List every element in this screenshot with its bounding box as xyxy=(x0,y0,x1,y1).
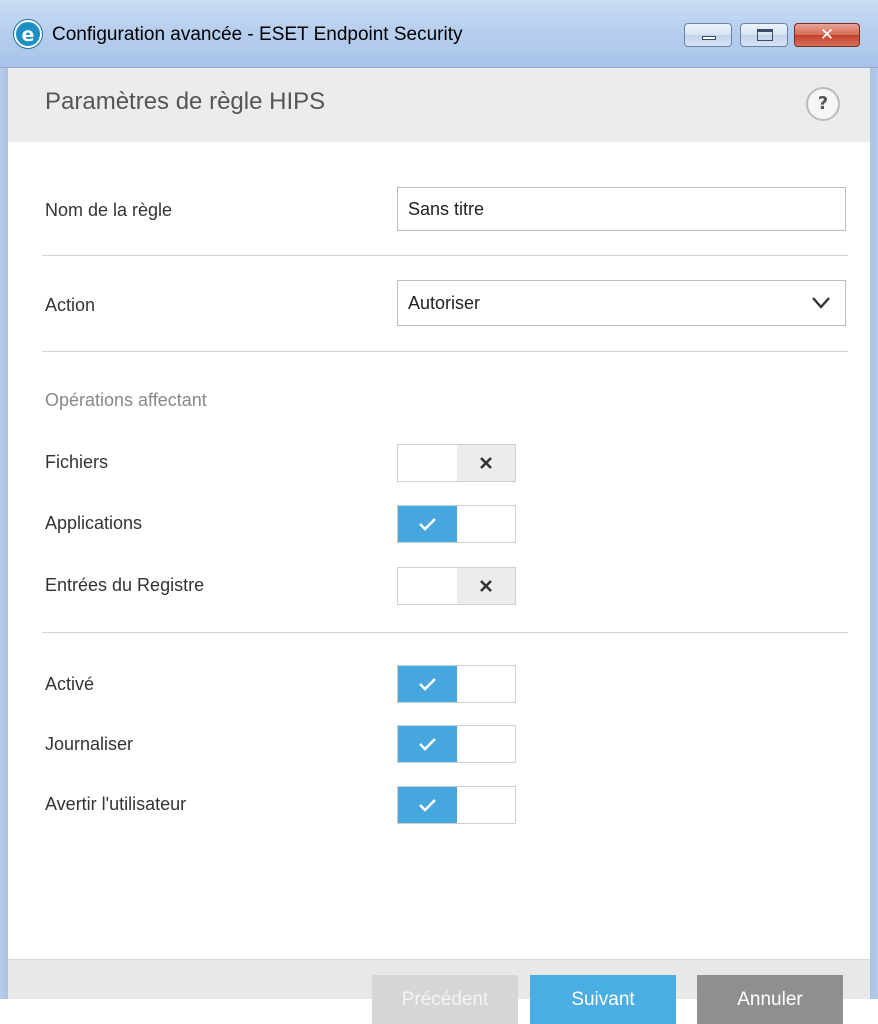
rule-name-label: Nom de la règle xyxy=(45,200,173,220)
previous-button[interactable]: Précédent xyxy=(372,975,518,1024)
toggle-off-segment xyxy=(457,445,515,481)
registry-label: Entrées du Registre xyxy=(45,575,205,595)
action-label: Action xyxy=(45,295,96,315)
divider xyxy=(42,351,848,352)
divider xyxy=(42,632,848,633)
toggle-off-segment xyxy=(457,726,515,762)
operations-section-label: Opérations affectant xyxy=(45,390,207,410)
close-button[interactable]: ✕ xyxy=(794,23,860,47)
toggle-on-segment xyxy=(398,445,457,481)
action-selected-value: Autoriser xyxy=(408,293,481,313)
check-icon xyxy=(419,799,436,812)
toggle-off-segment xyxy=(457,568,515,604)
minimize-button[interactable] xyxy=(684,23,732,47)
rule-settings-form: Nom de la règle Sans titre Action Autori… xyxy=(8,142,870,959)
files-label: Fichiers xyxy=(45,452,109,472)
check-icon xyxy=(419,678,436,691)
action-select[interactable]: Autoriser xyxy=(397,280,846,326)
log-toggle[interactable] xyxy=(397,725,516,763)
chevron-down-icon xyxy=(812,297,830,309)
cancel-button[interactable]: Annuler xyxy=(697,975,843,1024)
title-bar[interactable]: e Configuration avancée - ESET Endpoint … xyxy=(0,0,878,68)
close-icon: ✕ xyxy=(819,25,835,45)
toggle-off-segment xyxy=(457,506,515,542)
toggle-on-segment xyxy=(398,506,457,542)
window-title: Configuration avancée - ESET Endpoint Se… xyxy=(52,24,463,45)
notify-user-label: Avertir l'utilisateur xyxy=(45,794,187,814)
log-label: Journaliser xyxy=(45,734,134,754)
enabled-label: Activé xyxy=(45,674,95,694)
enabled-toggle[interactable] xyxy=(397,665,516,703)
registry-toggle[interactable] xyxy=(397,567,516,605)
check-icon xyxy=(419,738,436,751)
applications-toggle[interactable] xyxy=(397,505,516,543)
page-title: Paramètres de règle HIPS xyxy=(45,88,326,115)
toggle-on-segment xyxy=(398,666,457,702)
x-icon xyxy=(480,457,492,469)
applications-label: Applications xyxy=(45,513,143,533)
files-toggle[interactable] xyxy=(397,444,516,482)
window-border-left xyxy=(0,68,8,999)
toggle-on-segment xyxy=(398,568,457,604)
dialog-header: Paramètres de règle HIPS ? xyxy=(8,68,870,142)
check-icon xyxy=(419,518,436,531)
next-button[interactable]: Suivant xyxy=(530,975,676,1024)
dialog-footer: Précédent Suivant Annuler xyxy=(8,959,870,1024)
eset-logo-icon: e xyxy=(14,20,42,48)
divider xyxy=(42,255,848,256)
maximize-button[interactable] xyxy=(740,23,788,47)
rule-name-input[interactable]: Sans titre xyxy=(397,187,846,231)
window-border-right xyxy=(870,68,878,999)
minimize-icon xyxy=(702,36,716,40)
toggle-on-segment xyxy=(398,726,457,762)
toggle-off-segment xyxy=(457,787,515,823)
x-icon xyxy=(480,580,492,592)
notify-user-toggle[interactable] xyxy=(397,786,516,824)
help-icon[interactable]: ? xyxy=(806,87,840,121)
toggle-off-segment xyxy=(457,666,515,702)
maximize-icon xyxy=(757,29,773,41)
application-window: e Configuration avancée - ESET Endpoint … xyxy=(0,0,878,1024)
toggle-on-segment xyxy=(398,787,457,823)
